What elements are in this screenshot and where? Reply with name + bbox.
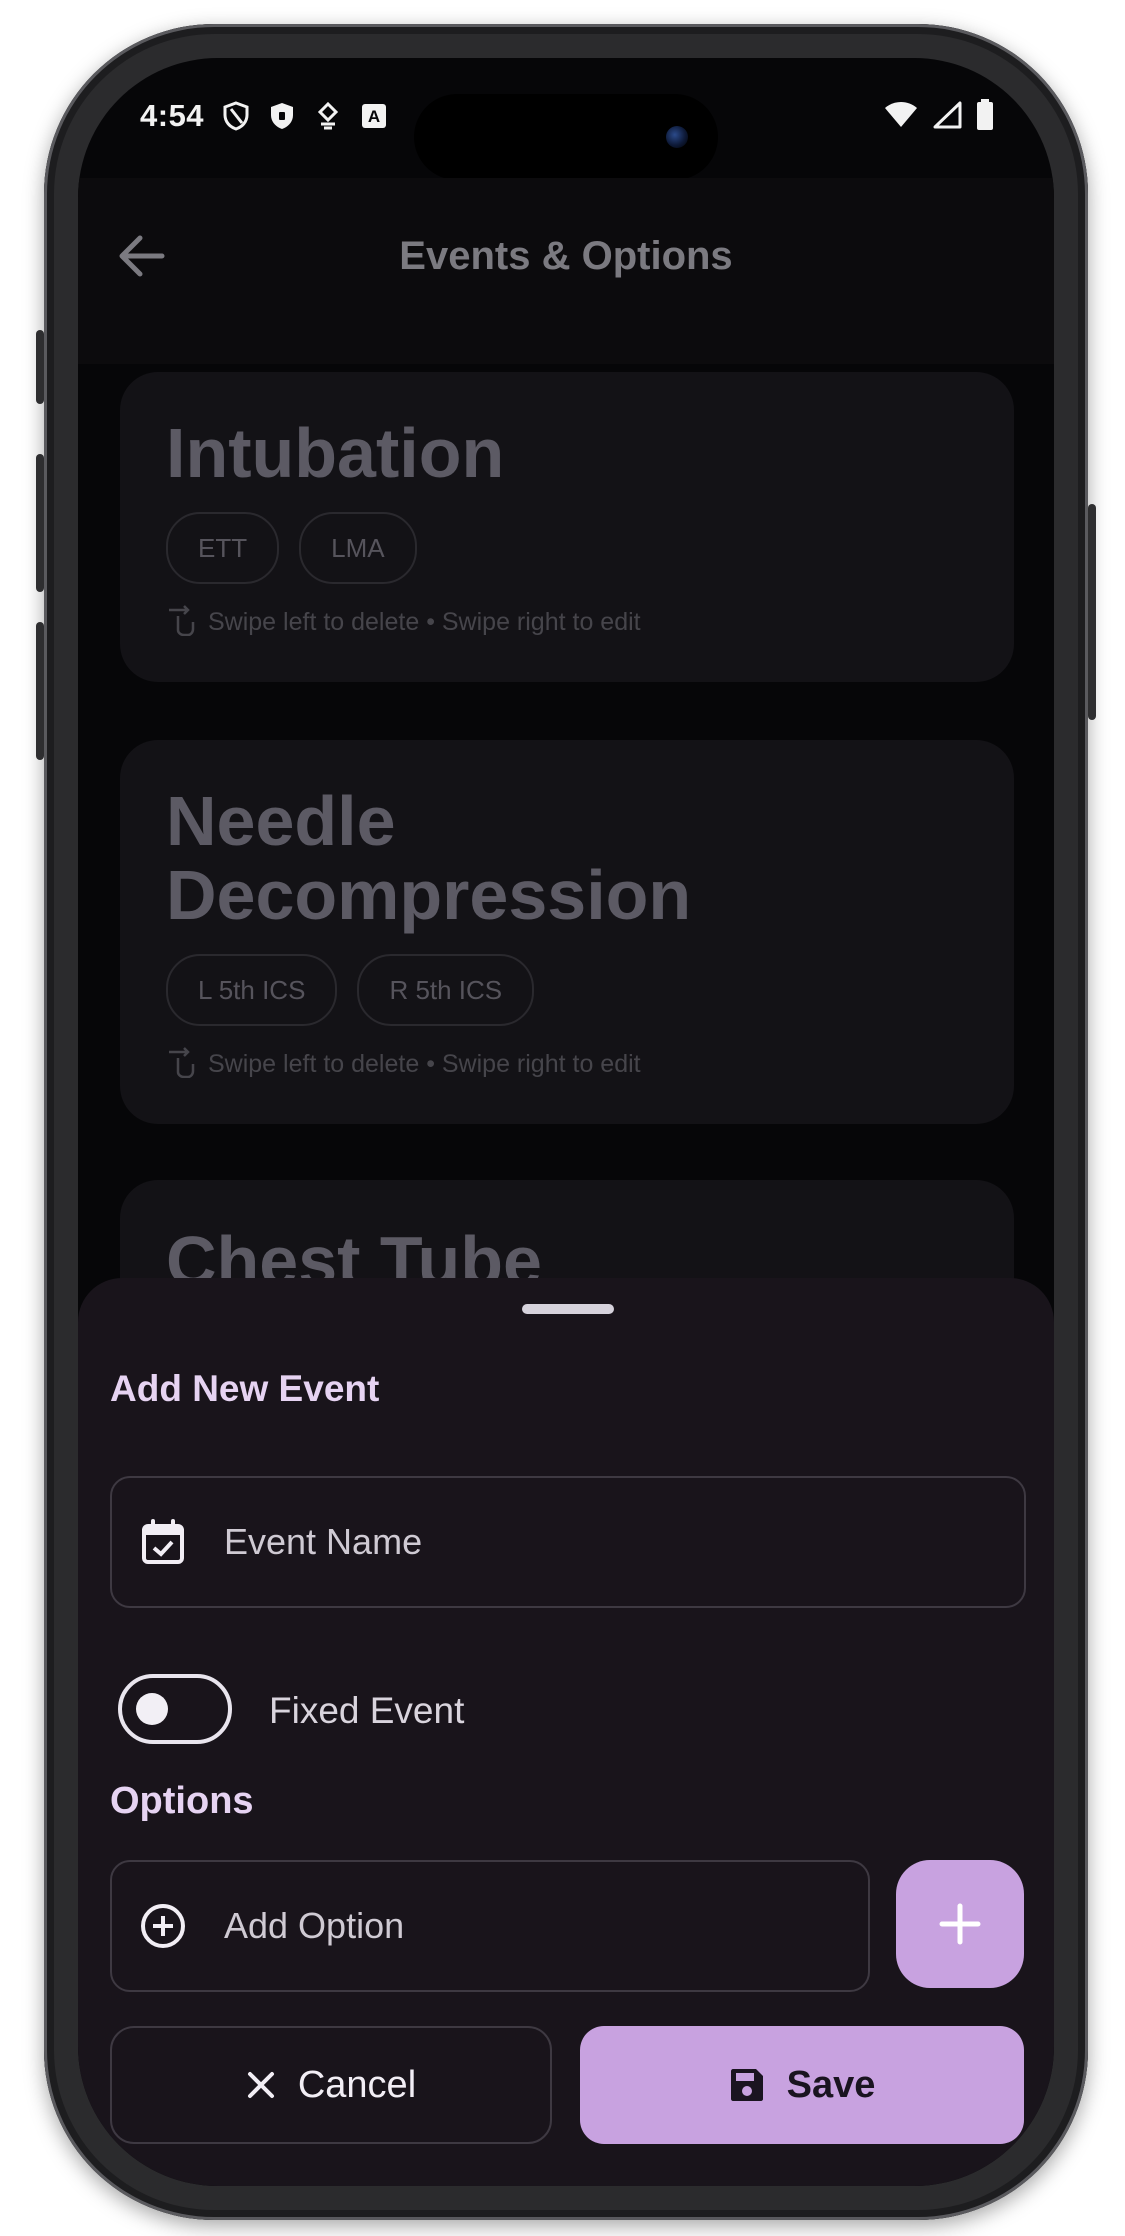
wifi-icon — [884, 101, 918, 134]
add-option-button[interactable] — [896, 1860, 1024, 1988]
vpn-key-icon — [314, 101, 342, 131]
swipe-gesture-icon — [166, 1044, 196, 1085]
event-title-line: Needle — [166, 782, 396, 860]
option-chip: LMA — [299, 512, 417, 584]
add-option-field[interactable] — [110, 1860, 870, 1992]
dynamic-island — [414, 94, 718, 180]
shield-filled-icon — [268, 101, 296, 131]
add-option-input[interactable] — [222, 1904, 868, 1948]
svg-text:A: A — [368, 107, 380, 126]
battery-icon — [976, 98, 994, 136]
shield-outline-icon — [222, 101, 250, 131]
front-camera — [666, 126, 688, 148]
event-title-line: Decompression — [166, 856, 692, 934]
event-name-field[interactable] — [110, 1476, 1026, 1608]
fixed-event-label: Fixed Event — [269, 1690, 465, 1731]
cancel-button[interactable]: Cancel — [110, 2026, 552, 2144]
option-chip: L 5th ICS — [166, 954, 338, 1026]
swipe-gesture-icon — [166, 602, 196, 643]
event-title: Intubation — [166, 414, 505, 492]
sheet-title: Add New Event — [110, 1368, 380, 1409]
status-bar-left: 4:54 A — [140, 96, 388, 136]
status-bar-right — [884, 98, 994, 136]
drag-handle[interactable] — [522, 1304, 614, 1314]
event-options: L 5th ICS R 5th ICS — [166, 954, 535, 1026]
swipe-hint: Swipe left to delete • Swipe right to ed… — [166, 602, 641, 643]
options-title: Options — [110, 1780, 254, 1822]
swipe-hint-text: Swipe left to delete • Swipe right to ed… — [208, 1050, 641, 1078]
action-button — [36, 330, 44, 404]
page-title: Events & Options — [399, 234, 733, 278]
option-chip: ETT — [166, 512, 280, 584]
save-label: Save — [786, 2063, 876, 2106]
event-options: ETT LMA — [166, 512, 417, 584]
app-bar: Events & Options — [78, 178, 1054, 364]
plus-circle-icon — [140, 1903, 186, 1949]
option-chip: R 5th ICS — [357, 954, 535, 1026]
a-box-icon: A — [360, 101, 388, 131]
cellular-icon — [932, 101, 962, 134]
cancel-label: Cancel — [297, 2063, 417, 2106]
close-icon — [247, 2072, 274, 2098]
toggle-knob — [136, 1693, 168, 1725]
event-card-needle-decompression[interactable]: Needle Decompression L 5th ICS R 5th ICS… — [120, 740, 1014, 1124]
screen: 4:54 A Events & Options Intubation ETT L… — [78, 58, 1054, 2186]
plus-icon — [939, 1903, 981, 1945]
save-icon — [730, 2069, 763, 2101]
event-card-intubation[interactable]: Intubation ETT LMA Swipe left to delete … — [120, 372, 1014, 682]
fixed-event-toggle[interactable] — [118, 1674, 232, 1744]
add-event-sheet: Add New Event Fixed Event Options Cancel — [78, 1278, 1054, 2186]
save-button[interactable]: Save — [580, 2026, 1024, 2144]
event-title: Needle Decompression — [166, 784, 691, 932]
volume-up-button — [36, 454, 44, 592]
volume-down-button — [36, 622, 44, 760]
power-button — [1088, 504, 1096, 720]
event-name-input[interactable] — [222, 1520, 1024, 1564]
status-time: 4:54 — [140, 98, 205, 133]
swipe-hint: Swipe left to delete • Swipe right to ed… — [166, 1044, 641, 1085]
swipe-hint-text: Swipe left to delete • Swipe right to ed… — [208, 608, 641, 636]
calendar-check-icon — [140, 1519, 186, 1565]
